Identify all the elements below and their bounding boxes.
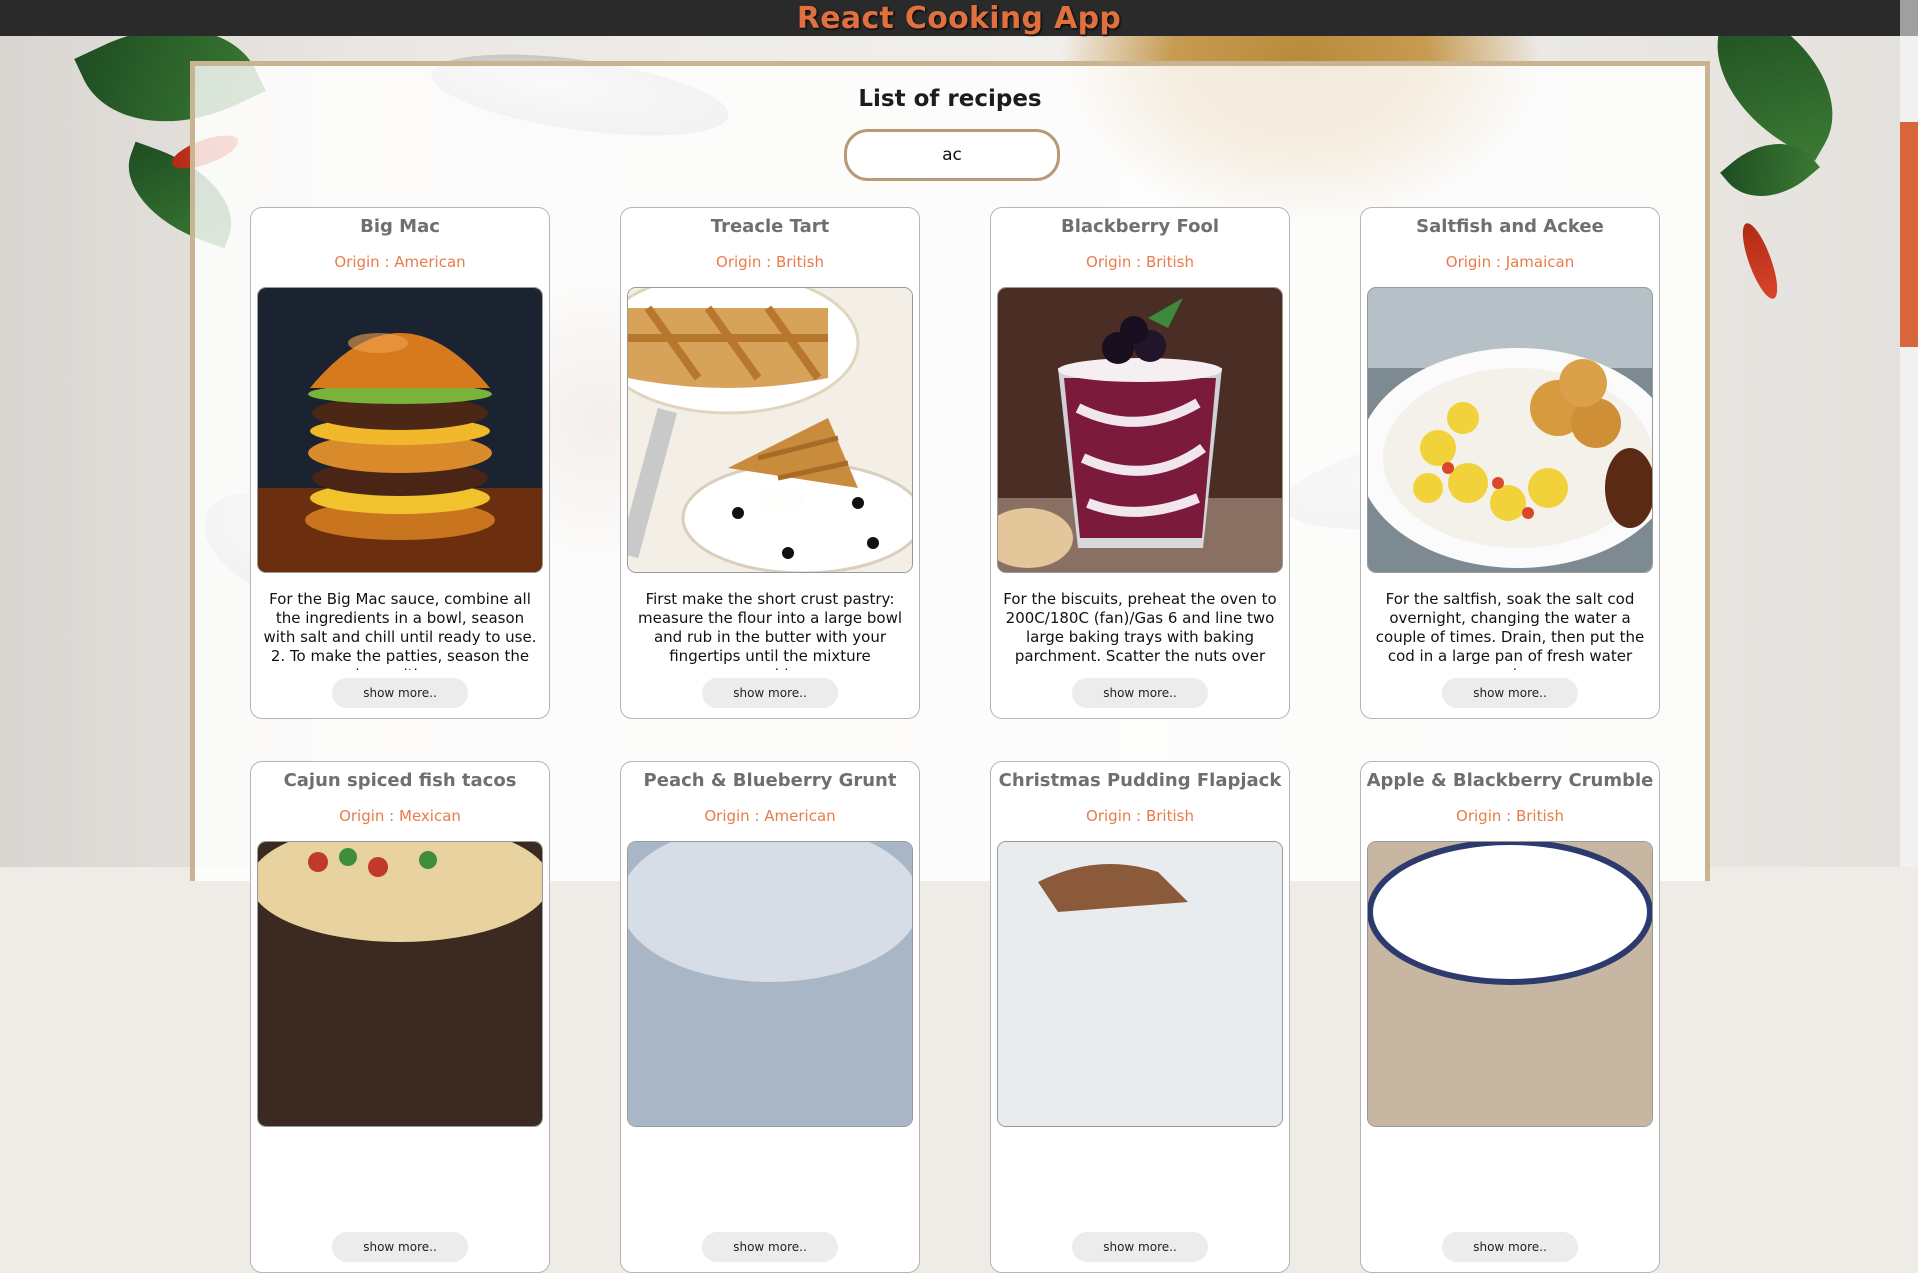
recipe-description: For the Big Mac sauce, combine all the i…	[263, 590, 537, 670]
show-more-button[interactable]: show more..	[1442, 678, 1578, 708]
recipe-origin: Origin : Jamaican	[1445, 253, 1575, 271]
recipe-description: For the biscuits, preheat the oven to 20…	[1003, 590, 1277, 670]
recipe-card: Saltfish and Ackee Origin : Jamaican For …	[1360, 207, 1660, 719]
recipe-image	[1368, 288, 1652, 572]
recipe-card: Peach & Blueberry Grunt Origin : American…	[620, 761, 920, 1273]
recipe-card: Big Mac Origin : American For the Big Mac…	[250, 207, 550, 719]
recipe-card: Apple & Blackberry Crumble Origin : Briti…	[1360, 761, 1660, 1273]
recipe-image	[258, 842, 542, 1126]
recipes-panel: List of recipes Big MacOrigin : American…	[190, 61, 1710, 1273]
recipe-origin: Origin : British	[1086, 253, 1194, 271]
recipe-name: Saltfish and Ackee	[1416, 216, 1604, 237]
recipe-name: Cajun spiced fish tacos	[283, 770, 517, 791]
recipe-grid: Big Mac Origin : American For the Big Mac…	[195, 66, 1705, 1273]
app-title: React Cooking App	[796, 1, 1122, 36]
show-more-button[interactable]: show more..	[332, 1232, 468, 1262]
recipe-description	[261, 1144, 539, 1224]
recipe-card: Treacle Tart Origin : British First make …	[620, 207, 920, 719]
show-more-button[interactable]: show more..	[1072, 678, 1208, 708]
recipe-origin: Origin : American	[334, 253, 466, 271]
recipe-image	[628, 288, 912, 572]
recipe-card: Blackberry Fool Origin : British For the …	[990, 207, 1290, 719]
show-more-button[interactable]: show more..	[332, 678, 468, 708]
recipe-name: Treacle Tart	[710, 216, 830, 237]
show-more-button[interactable]: show more..	[1072, 1232, 1208, 1262]
recipe-image	[998, 842, 1282, 1126]
recipe-image	[258, 288, 542, 572]
recipe-name: Big Mac	[360, 216, 440, 237]
scrollbar-thumb[interactable]	[1900, 122, 1918, 347]
show-more-button[interactable]: show more..	[702, 678, 838, 708]
recipe-image	[998, 288, 1282, 572]
recipe-description	[1371, 1144, 1649, 1224]
recipe-card: Cajun spiced fish tacos Origin : Mexican …	[250, 761, 550, 1273]
show-more-button[interactable]: show more..	[1442, 1232, 1578, 1262]
recipe-description: First make the short crust pastry: measu…	[637, 590, 903, 670]
recipe-origin: Origin : Mexican	[339, 807, 461, 825]
show-more-button[interactable]: show more..	[702, 1232, 838, 1262]
recipe-image	[628, 842, 912, 1126]
recipe-card: Christmas Pudding Flapjack Origin : Briti…	[990, 761, 1290, 1273]
recipe-origin: Origin : British	[716, 253, 824, 271]
recipe-origin: Origin : American	[704, 807, 836, 825]
recipe-name: Blackberry Fool	[1061, 216, 1219, 237]
recipe-name: Christmas Pudding Flapjack	[998, 770, 1282, 791]
recipe-description	[631, 1144, 909, 1224]
recipe-origin: Origin : British	[1456, 807, 1564, 825]
recipe-description	[1001, 1144, 1279, 1224]
recipe-origin: Origin : British	[1086, 807, 1194, 825]
recipe-description: For the saltfish, soak the salt cod over…	[1375, 590, 1645, 670]
recipe-image	[1368, 842, 1652, 1126]
recipe-name: Apple & Blackberry Crumble	[1366, 770, 1654, 791]
recipe-name: Peach & Blueberry Grunt	[643, 770, 897, 791]
